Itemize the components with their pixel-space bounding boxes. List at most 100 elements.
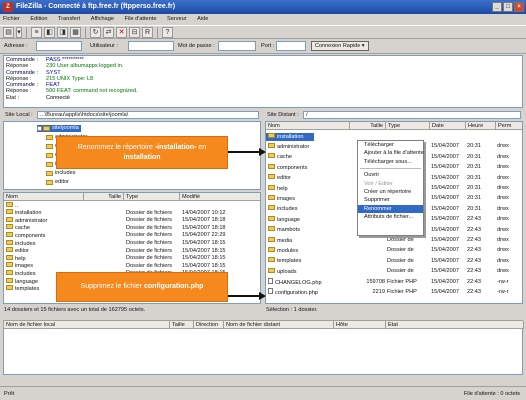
- file-row[interactable]: modules Dossier de 15/04/2007 22:43 drwx: [266, 246, 522, 255]
- file-row[interactable]: installation: [266, 132, 314, 141]
- file-name: includes: [15, 240, 36, 247]
- queue-column-header[interactable]: Nom de fichier local: [4, 321, 170, 329]
- password-input[interactable]: [218, 41, 256, 51]
- title-bar: Z FileZilla - Connecté à ftp.free.fr (ft…: [0, 0, 526, 14]
- column-header[interactable]: Date: [430, 122, 466, 130]
- folder-icon: [6, 262, 13, 268]
- column-header[interactable]: Type: [386, 122, 430, 130]
- file-perm: drwx: [497, 226, 509, 233]
- tree-node[interactable]: includes: [46, 170, 76, 177]
- toggle-queue-icon[interactable]: ▦: [70, 26, 81, 38]
- column-header[interactable]: Heure: [466, 122, 496, 130]
- file-row[interactable]: templates Dossier de 15/04/2007 22:43 drwx: [266, 257, 522, 266]
- column-header[interactable]: Perm: [496, 122, 522, 130]
- reconnect-icon[interactable]: R: [142, 26, 153, 38]
- file-row[interactable]: configuration.php 2219 Fichier PHP 15/04/20…: [266, 288, 522, 297]
- queue-column-header[interactable]: Nom de fichier distant: [224, 321, 334, 329]
- expand-toggle-icon[interactable]: −: [37, 126, 42, 131]
- tree-node[interactable]: editor: [46, 179, 69, 186]
- file-type: Dossier de fichiers: [126, 232, 173, 239]
- folder-icon: [268, 163, 275, 169]
- dropdown-icon[interactable]: ▾: [16, 26, 22, 38]
- column-header[interactable]: Nom: [266, 122, 350, 130]
- tree-node-label: includes: [55, 170, 76, 176]
- menu-fichier[interactable]: Fichier: [3, 16, 20, 22]
- delete-text-1: Supprimez le fichier: [80, 283, 144, 290]
- menu-separator: [360, 168, 421, 170]
- folder-icon: [268, 142, 275, 148]
- file-row[interactable]: CHANGELOG.php 159708 Fichier PHP 15/04/2007…: [266, 277, 522, 287]
- context-menu-créer-un-répertoire[interactable]: Créer un répertoire: [358, 188, 423, 196]
- local-path-input[interactable]: ...\Bureau\applis\htdocs\site\joomla\: [37, 111, 259, 119]
- file-modified: 15/04/2007 18:15: [182, 240, 226, 246]
- file-row[interactable]: media Dossier de 15/04/2007 22:43 drwx: [266, 236, 522, 245]
- message-log[interactable]: Commande : PASS ********** Réponse :230 Us…: [3, 55, 523, 108]
- menu-affichage[interactable]: Affichage: [91, 16, 114, 22]
- tree-node[interactable]: − site\joomla: [37, 125, 81, 132]
- file-name-cell: language: [268, 215, 350, 225]
- refresh-icon[interactable]: ↻: [90, 26, 101, 38]
- file-name: language: [277, 216, 301, 223]
- menu-serveur[interactable]: Serveur: [167, 16, 187, 22]
- file-row[interactable]: uploads Dossier de 15/04/2007 22:43 drwx: [266, 267, 522, 276]
- file-perm: drwx: [497, 143, 509, 150]
- toggle-remote-tree-icon[interactable]: ◨: [57, 26, 68, 38]
- cancel-icon[interactable]: ✕: [116, 26, 127, 38]
- process-queue-icon[interactable]: ⇄: [103, 26, 114, 38]
- context-menu-renommer[interactable]: Renommer: [358, 204, 423, 214]
- context-menu-supprimer[interactable]: Supprimer: [358, 196, 423, 204]
- folder-icon: [268, 267, 275, 273]
- file-size: 2219: [372, 289, 385, 295]
- menu-edition[interactable]: Edition: [30, 16, 47, 22]
- context-menu-télécharger[interactable]: Télécharger: [358, 141, 423, 149]
- context-menu-télécharger-sous[interactable]: Télécharger sous...: [358, 158, 423, 166]
- column-header[interactable]: Taille: [84, 193, 124, 201]
- quickconnect-button[interactable]: Connexion Rapide ▾: [311, 41, 369, 51]
- column-header[interactable]: Modifié: [180, 193, 260, 201]
- port-input[interactable]: [276, 41, 306, 51]
- file-name: editor: [15, 248, 29, 255]
- file-date: 15/04/2007: [431, 205, 459, 212]
- file-size: 159708: [366, 278, 385, 285]
- context-menu-attributs-de-fichier[interactable]: Attributs de fichier...: [358, 213, 423, 221]
- context-menu-ouvrir[interactable]: Ouvrir: [358, 171, 423, 179]
- help-icon[interactable]: ?: [162, 26, 173, 38]
- maximize-button[interactable]: □: [503, 2, 513, 12]
- transfer-queue[interactable]: [3, 329, 523, 375]
- file-type: Dossier de fichiers: [126, 224, 173, 231]
- queue-column-header[interactable]: Hôte: [334, 321, 386, 329]
- user-input[interactable]: [128, 41, 174, 51]
- menu-transfert[interactable]: Transfert: [58, 16, 80, 22]
- log-tag: Etat :: [6, 94, 20, 101]
- file-name: language: [15, 278, 39, 285]
- folder-icon: [46, 144, 53, 149]
- menu-file-attente[interactable]: File d'attente: [125, 16, 157, 22]
- file-date: 15/04/2007: [431, 164, 459, 171]
- file-name: includes: [277, 206, 298, 213]
- file-date: 15/04/2007: [431, 216, 459, 223]
- host-input[interactable]: [36, 41, 82, 51]
- queue-column-header[interactable]: Direction: [194, 321, 224, 329]
- file-perm: drwx: [497, 247, 509, 254]
- minimize-button[interactable]: _: [492, 2, 502, 12]
- site-manager-icon[interactable]: ▤: [3, 26, 14, 38]
- folder-icon: [43, 126, 50, 131]
- quickconnect-button-label: Connexion Rapide: [315, 43, 361, 49]
- menu-aide[interactable]: Aide: [197, 16, 208, 22]
- column-header[interactable]: Type: [124, 193, 180, 201]
- file-time: 20:31: [467, 143, 481, 150]
- folder-icon: [6, 209, 13, 215]
- close-button[interactable]: ×: [514, 2, 524, 12]
- column-header[interactable]: Nom: [4, 193, 84, 201]
- toggle-log-icon[interactable]: ≡: [31, 26, 42, 38]
- file-type: Dossier de: [387, 247, 414, 254]
- queue-column-header[interactable]: Taille: [170, 321, 194, 329]
- folder-icon: [6, 254, 13, 260]
- disconnect-icon[interactable]: ⊟: [129, 26, 140, 38]
- toggle-local-tree-icon[interactable]: ◧: [44, 26, 55, 38]
- php-file-icon: [268, 277, 273, 284]
- context-menu-ajouter-à-la-file-d-attente[interactable]: Ajouter à la file d'attente: [358, 149, 424, 157]
- queue-column-header[interactable]: Etat: [386, 321, 524, 329]
- remote-path-input[interactable]: /: [303, 111, 521, 119]
- column-header[interactable]: Taille: [350, 122, 386, 130]
